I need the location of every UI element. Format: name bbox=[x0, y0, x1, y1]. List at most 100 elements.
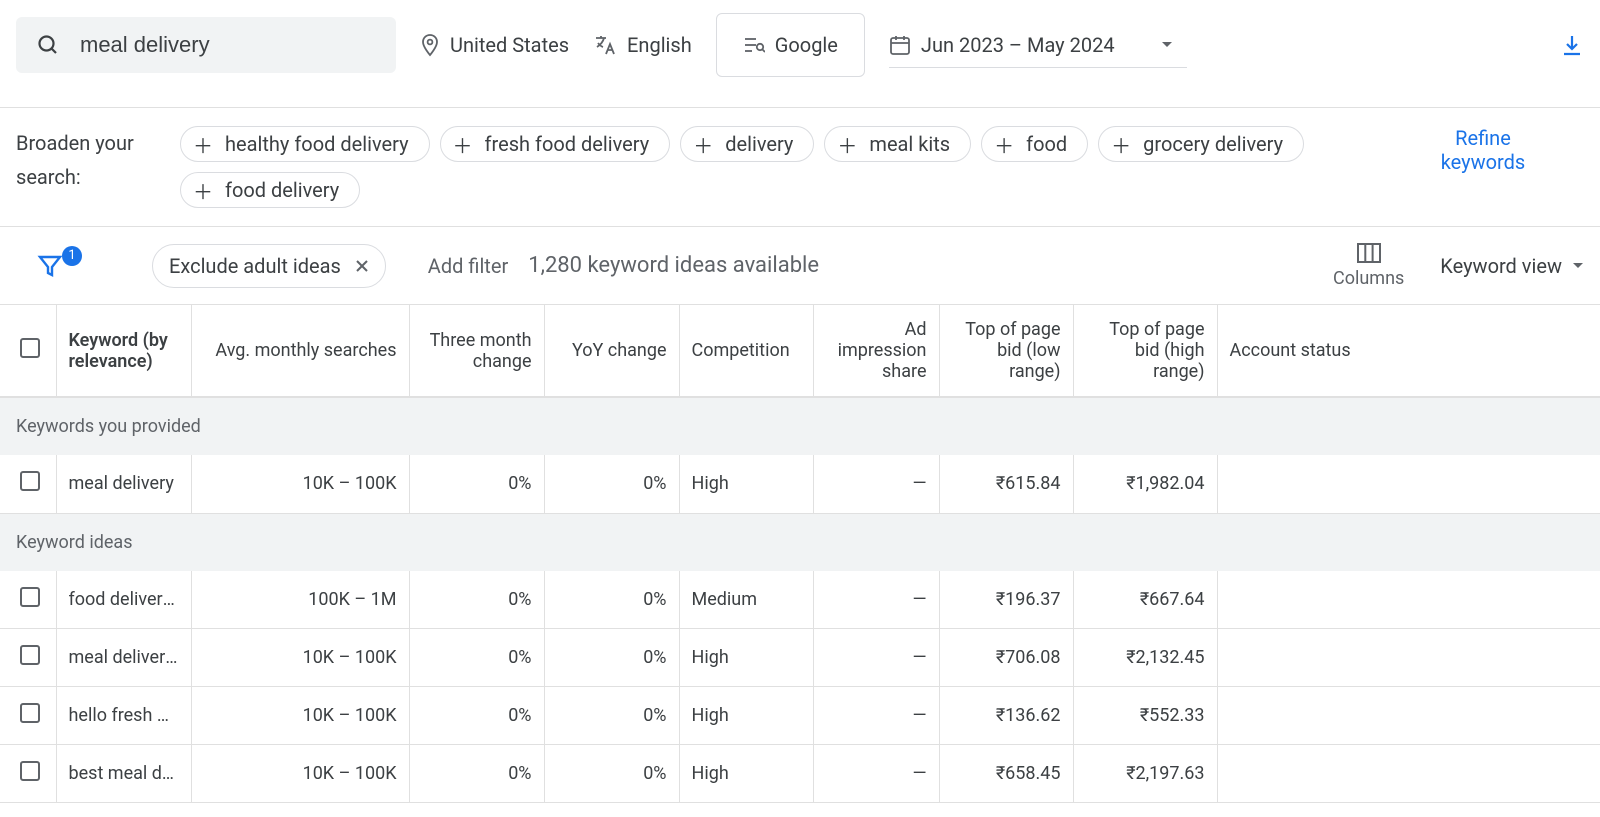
plus-icon: ＋ bbox=[193, 130, 213, 159]
select-all-header[interactable] bbox=[0, 305, 56, 398]
cell-status bbox=[1217, 745, 1600, 803]
cell-high: ₹2,197.63 bbox=[1073, 745, 1217, 803]
language-selector[interactable]: English bbox=[593, 33, 692, 57]
cell-yoy: 0% bbox=[544, 455, 679, 513]
cell-high: ₹552.33 bbox=[1073, 687, 1217, 745]
table-row[interactable]: food delivery services that accept ebt10… bbox=[0, 571, 1600, 629]
chevron-down-icon bbox=[1572, 262, 1584, 270]
cell-keyword: food delivery services that accept ebt bbox=[56, 571, 191, 629]
plus-icon: ＋ bbox=[1111, 130, 1131, 159]
add-filter-button[interactable]: Add filter bbox=[428, 254, 508, 278]
checkbox-icon[interactable] bbox=[20, 761, 40, 781]
checkbox-icon[interactable] bbox=[20, 703, 40, 723]
cell-keyword: meal delivery service bbox=[56, 629, 191, 687]
broaden-chip[interactable]: ＋food delivery bbox=[180, 172, 360, 208]
ideas-count: 1,280 keyword ideas available bbox=[528, 253, 819, 278]
refine-keywords-link[interactable]: Refine keywords bbox=[1418, 126, 1548, 174]
table-section: Keywords you provided bbox=[0, 397, 1600, 455]
search-box[interactable] bbox=[16, 17, 396, 73]
location-text: United States bbox=[450, 33, 569, 57]
broaden-chip[interactable]: ＋grocery delivery bbox=[1098, 126, 1304, 162]
column-low-bid[interactable]: Top of page bid (low range) bbox=[939, 305, 1073, 398]
cell-imp: — bbox=[813, 629, 939, 687]
filter-count-badge: 1 bbox=[62, 246, 82, 266]
column-impression[interactable]: Ad impression share bbox=[813, 305, 939, 398]
cell-low: ₹196.37 bbox=[939, 571, 1073, 629]
language-text: English bbox=[627, 33, 692, 57]
column-yoy[interactable]: YoY change bbox=[544, 305, 679, 398]
cell-yoy: 0% bbox=[544, 629, 679, 687]
keywords-table: Keyword (by relevance) Avg. monthly sear… bbox=[0, 304, 1600, 803]
cell-imp: — bbox=[813, 687, 939, 745]
location-icon bbox=[420, 33, 440, 57]
column-keyword[interactable]: Keyword (by relevance) bbox=[56, 305, 191, 398]
network-text: Google bbox=[775, 33, 838, 57]
broaden-chip[interactable]: ＋delivery bbox=[680, 126, 814, 162]
cell-avg: 10K – 100K bbox=[191, 745, 409, 803]
table-row[interactable]: hello fresh meals10K – 100K0%0%High—₹136… bbox=[0, 687, 1600, 745]
search-input[interactable] bbox=[78, 31, 376, 59]
table-section: Keyword ideas bbox=[0, 513, 1600, 571]
date-range-text: Jun 2023 – May 2024 bbox=[921, 33, 1115, 57]
table-row[interactable]: best meal delivery service10K – 100K0%0%… bbox=[0, 745, 1600, 803]
cell-status bbox=[1217, 687, 1600, 745]
calendar-icon bbox=[889, 34, 911, 56]
table-row[interactable]: meal delivery service10K – 100K0%0%High—… bbox=[0, 629, 1600, 687]
filter-pill-exclude-adult[interactable]: Exclude adult ideas bbox=[152, 244, 386, 288]
date-range-selector[interactable]: Jun 2023 – May 2024 bbox=[889, 22, 1187, 68]
cell-comp: High bbox=[679, 455, 813, 513]
chevron-down-icon bbox=[1161, 41, 1173, 49]
cell-high: ₹1,982.04 bbox=[1073, 455, 1217, 513]
broaden-label: Broaden your search: bbox=[16, 126, 162, 194]
cell-comp: High bbox=[679, 629, 813, 687]
cell-yoy: 0% bbox=[544, 687, 679, 745]
checkbox-icon[interactable] bbox=[20, 338, 40, 358]
checkbox-icon[interactable] bbox=[20, 471, 40, 491]
cell-keyword: best meal delivery service bbox=[56, 745, 191, 803]
column-account-status[interactable]: Account status bbox=[1217, 305, 1600, 398]
checkbox-icon[interactable] bbox=[20, 645, 40, 665]
download-button[interactable] bbox=[1560, 33, 1584, 57]
cell-comp: Medium bbox=[679, 571, 813, 629]
column-competition[interactable]: Competition bbox=[679, 305, 813, 398]
columns-icon bbox=[1356, 242, 1382, 264]
broaden-chip[interactable]: ＋healthy food delivery bbox=[180, 126, 430, 162]
network-selector[interactable]: Google bbox=[716, 13, 865, 77]
cell-three: 0% bbox=[409, 745, 544, 803]
cell-high: ₹667.64 bbox=[1073, 571, 1217, 629]
broaden-chip[interactable]: ＋meal kits bbox=[824, 126, 971, 162]
cell-three: 0% bbox=[409, 687, 544, 745]
checkbox-icon[interactable] bbox=[20, 587, 40, 607]
broaden-section: Broaden your search: ＋healthy food deliv… bbox=[0, 107, 1600, 226]
columns-button[interactable]: Columns bbox=[1333, 242, 1404, 289]
filter-button[interactable]: 1 bbox=[36, 252, 76, 280]
cell-comp: High bbox=[679, 687, 813, 745]
cell-avg: 10K – 100K bbox=[191, 687, 409, 745]
cell-yoy: 0% bbox=[544, 571, 679, 629]
plus-icon: ＋ bbox=[453, 130, 473, 159]
cell-low: ₹658.45 bbox=[939, 745, 1073, 803]
broaden-chip[interactable]: ＋food bbox=[981, 126, 1088, 162]
search-icon bbox=[36, 33, 60, 57]
column-avg[interactable]: Avg. monthly searches bbox=[191, 305, 409, 398]
cell-status bbox=[1217, 455, 1600, 513]
cell-three: 0% bbox=[409, 629, 544, 687]
cell-status bbox=[1217, 571, 1600, 629]
broaden-chip[interactable]: ＋fresh food delivery bbox=[440, 126, 671, 162]
cell-low: ₹615.84 bbox=[939, 455, 1073, 513]
cell-imp: — bbox=[813, 745, 939, 803]
cell-avg: 100K – 1M bbox=[191, 571, 409, 629]
cell-keyword: hello fresh meals bbox=[56, 687, 191, 745]
keyword-view-selector[interactable]: Keyword view bbox=[1440, 254, 1584, 278]
close-icon[interactable] bbox=[355, 259, 369, 273]
plus-icon: ＋ bbox=[193, 176, 213, 205]
table-row[interactable]: meal delivery10K – 100K0%0%High—₹615.84₹… bbox=[0, 455, 1600, 513]
location-selector[interactable]: United States bbox=[420, 33, 569, 57]
cell-low: ₹136.62 bbox=[939, 687, 1073, 745]
cell-status bbox=[1217, 629, 1600, 687]
column-three-month[interactable]: Three month change bbox=[409, 305, 544, 398]
column-high-bid[interactable]: Top of page bid (high range) bbox=[1073, 305, 1217, 398]
cell-yoy: 0% bbox=[544, 745, 679, 803]
cell-three: 0% bbox=[409, 455, 544, 513]
cell-avg: 10K – 100K bbox=[191, 629, 409, 687]
